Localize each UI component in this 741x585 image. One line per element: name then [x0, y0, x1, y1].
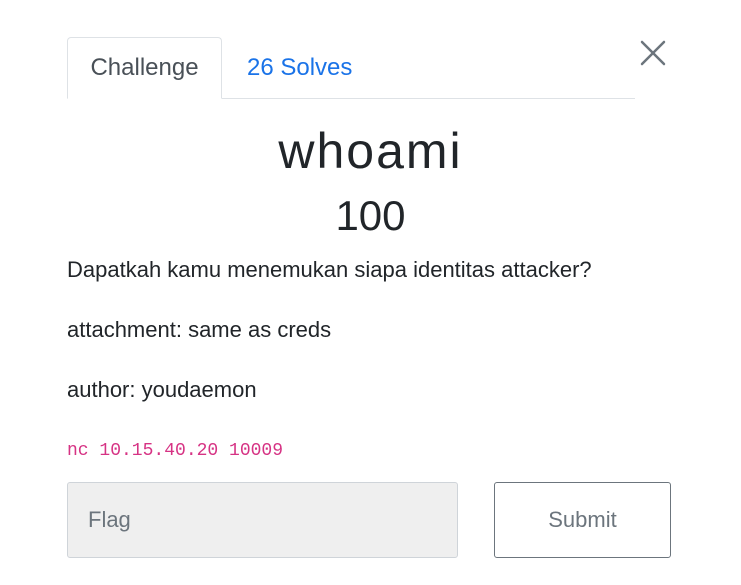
- author-text: author: youdaemon: [67, 377, 257, 402]
- challenge-title: whoami: [278, 123, 463, 179]
- challenge-modal: Challenge 26 Solves whoami 100 Dapatkah …: [0, 0, 741, 585]
- close-button[interactable]: [636, 36, 670, 70]
- connection-command: nc 10.15.40.20 10009: [67, 441, 284, 461]
- attachment-text: attachment: same as creds: [67, 317, 332, 342]
- challenge-tabs: Challenge 26 Solves: [67, 36, 635, 99]
- flag-input[interactable]: [67, 482, 458, 558]
- tab-challenge[interactable]: Challenge: [67, 37, 222, 99]
- submit-button[interactable]: Submit: [494, 482, 671, 558]
- challenge-points: 100: [335, 192, 406, 239]
- close-icon: [640, 40, 666, 66]
- tab-solves[interactable]: 26 Solves: [222, 37, 352, 98]
- challenge-description: Dapatkah kamu menemukan siapa identitas …: [67, 257, 592, 282]
